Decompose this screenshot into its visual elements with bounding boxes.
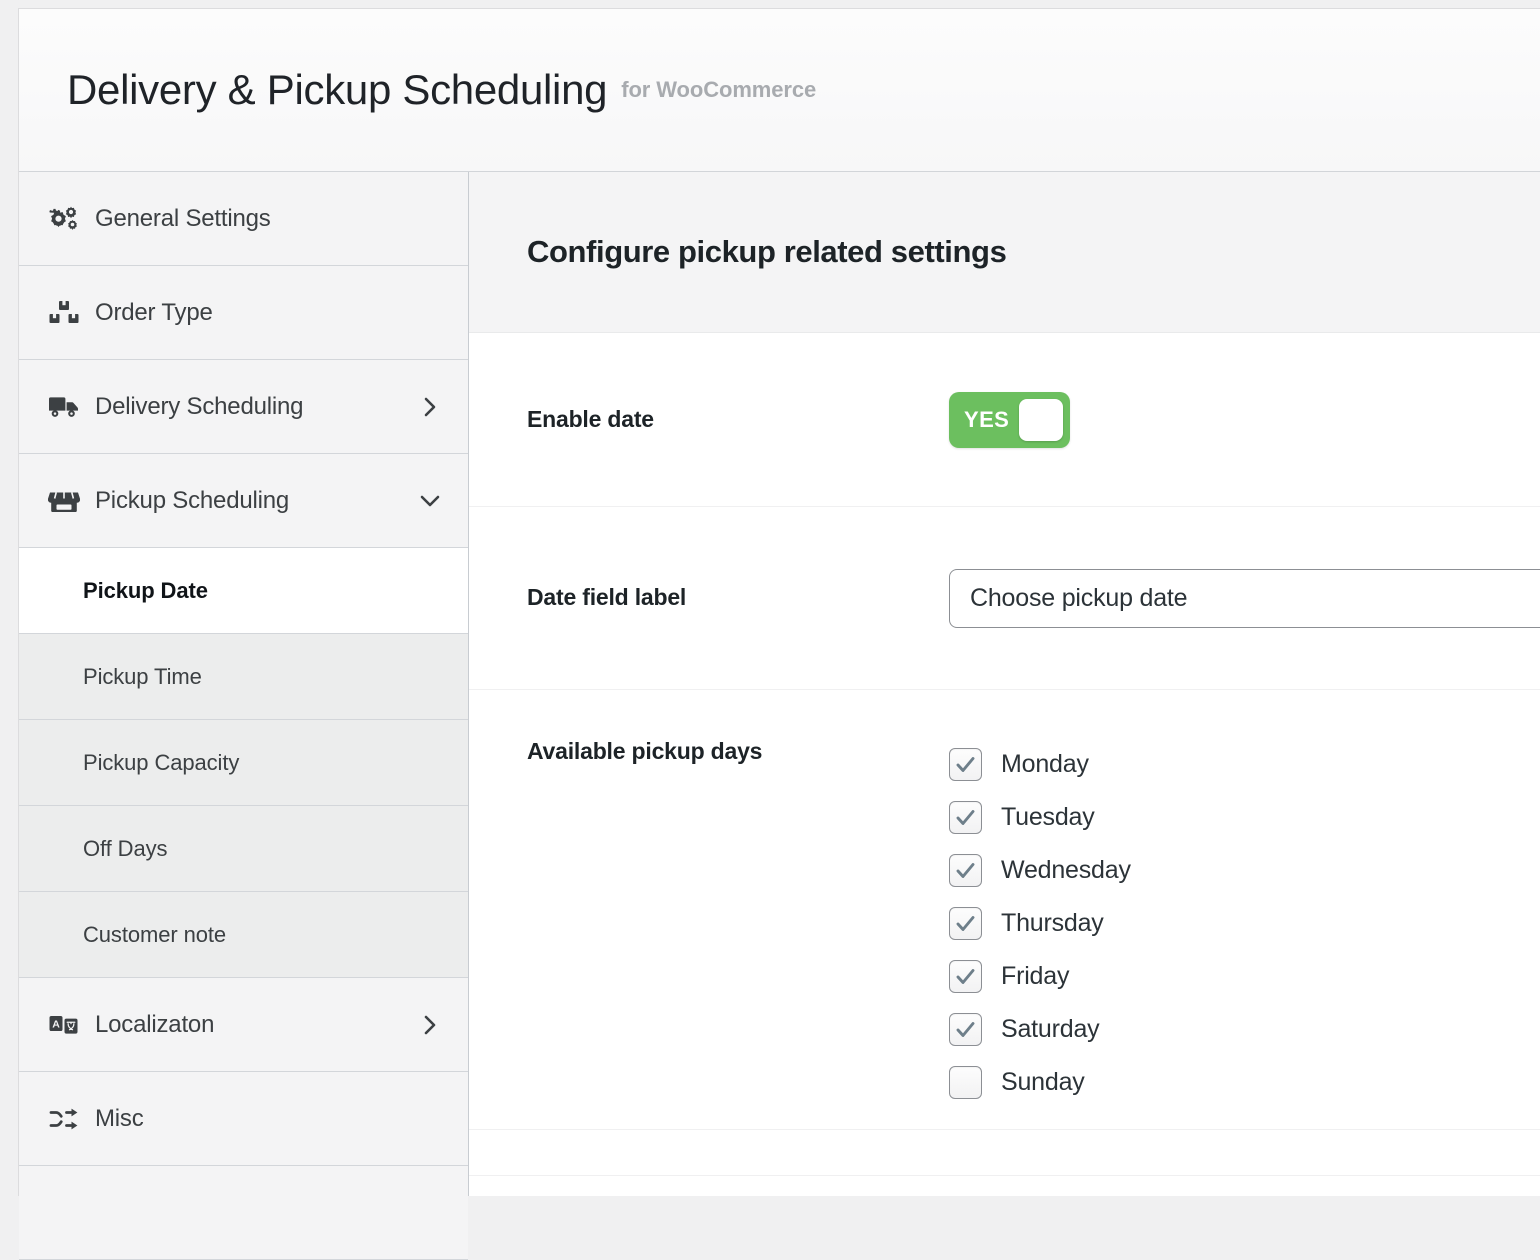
day-label: Wednesday [1001, 856, 1131, 884]
cogs-icon [47, 206, 81, 232]
page-subtitle: for WooCommerce [621, 77, 817, 102]
settings-sidebar: General Settings Order Type Delivery Sch… [19, 172, 469, 1260]
sidebar-item-label: Localizaton [95, 1010, 215, 1038]
checkbox-checked-icon[interactable] [949, 748, 982, 781]
sidebar-item-label: Order Type [95, 298, 213, 326]
sidebar-item-label: General Settings [95, 204, 271, 232]
sidebar-item-order-type[interactable]: Order Type [19, 266, 468, 360]
field-row-enable-date: Enable date YES [469, 333, 1540, 507]
sidebar-subitem-customer-note[interactable]: Customer note [19, 892, 468, 978]
page-masthead: Delivery & Pickup Scheduling for WooComm… [19, 9, 1540, 172]
sidebar-item-label: Misc [95, 1104, 144, 1132]
sidebar-subitem-off-days[interactable]: Off Days [19, 806, 468, 892]
content-split: General Settings Order Type Delivery Sch… [19, 172, 1540, 1260]
day-checkbox-thursday[interactable]: Thursday [949, 897, 1540, 950]
enable-date-control: YES [949, 391, 1540, 448]
chevron-right-icon [418, 396, 442, 418]
sidebar-subitem-label: Customer note [83, 921, 226, 947]
sidebar-subitem-pickup-time[interactable]: Pickup Time [19, 634, 468, 720]
sidebar-item-label: Pickup Scheduling [95, 486, 290, 514]
sidebar-subitem-label: Pickup Date [83, 577, 208, 603]
sidebar-item-delivery-scheduling[interactable]: Delivery Scheduling [19, 360, 468, 454]
truck-icon [47, 395, 81, 419]
page-title: Delivery & Pickup Scheduling [67, 66, 608, 113]
main-panel-spacer [469, 1130, 1540, 1176]
available-days-control: Monday Tuesday Wednesday Thursday Friday… [949, 738, 1540, 1109]
admin-page: Delivery & Pickup Scheduling for WooComm… [18, 8, 1540, 1260]
checkbox-unchecked-icon[interactable] [949, 1066, 982, 1099]
chevron-down-icon [418, 494, 442, 508]
sidebar-subitem-pickup-date[interactable]: Pickup Date [19, 548, 468, 634]
sidebar-item-general-settings[interactable]: General Settings [19, 172, 468, 266]
svg-text:A: A [52, 1018, 60, 1030]
sidebar-item-misc[interactable]: Misc [19, 1072, 468, 1166]
sidebar-subitem-label: Pickup Time [83, 663, 202, 689]
day-label: Sunday [1001, 1068, 1085, 1096]
sidebar-item-overflow[interactable] [19, 1166, 468, 1260]
day-checkbox-monday[interactable]: Monday [949, 738, 1540, 791]
settings-main-panel: Configure pickup related settings Enable… [469, 172, 1540, 1196]
section-heading: Configure pickup related settings [527, 234, 1007, 269]
boxes-icon [47, 300, 81, 326]
toggle-knob [1019, 398, 1063, 441]
sidebar-subitem-label: Off Days [83, 835, 168, 861]
field-row-date-field-label: Date field label [469, 507, 1540, 690]
date-field-label-input[interactable] [949, 568, 1540, 628]
day-label: Monday [1001, 750, 1089, 778]
day-checkbox-sunday[interactable]: Sunday [949, 1056, 1540, 1109]
checkbox-checked-icon[interactable] [949, 1013, 982, 1046]
enable-date-label: Enable date [527, 405, 654, 432]
checkbox-checked-icon[interactable] [949, 960, 982, 993]
day-checkbox-friday[interactable]: Friday [949, 950, 1540, 1003]
date-field-control [949, 568, 1540, 628]
date-field-label: Date field label [527, 584, 687, 611]
shuffle-icon [47, 1107, 81, 1131]
day-label: Thursday [1001, 909, 1104, 937]
field-row-available-pickup-days: Available pickup days Monday Tuesday Wed… [469, 690, 1540, 1130]
chevron-right-icon [418, 1014, 442, 1036]
day-checkbox-wednesday[interactable]: Wednesday [949, 844, 1540, 897]
day-checkbox-tuesday[interactable]: Tuesday [949, 791, 1540, 844]
store-icon [47, 489, 81, 513]
sidebar-subitem-label: Pickup Capacity [83, 749, 240, 775]
sidebar-item-localizaton[interactable]: A Localizaton [19, 978, 468, 1072]
sidebar-item-label: Delivery Scheduling [95, 392, 304, 420]
checkbox-checked-icon[interactable] [949, 854, 982, 887]
day-label: Tuesday [1001, 803, 1095, 831]
checkbox-checked-icon[interactable] [949, 907, 982, 940]
day-label: Saturday [1001, 1015, 1100, 1043]
sidebar-subitem-pickup-capacity[interactable]: Pickup Capacity [19, 720, 468, 806]
day-checkbox-saturday[interactable]: Saturday [949, 1003, 1540, 1056]
enable-date-toggle[interactable]: YES [949, 391, 1070, 448]
main-panel-header: Configure pickup related settings [469, 172, 1540, 333]
sidebar-item-pickup-scheduling[interactable]: Pickup Scheduling [19, 454, 468, 548]
available-days-label: Available pickup days [527, 738, 763, 764]
available-days-list: Monday Tuesday Wednesday Thursday Friday… [949, 738, 1540, 1109]
translate-icon: A [47, 1015, 81, 1035]
checkbox-checked-icon[interactable] [949, 801, 982, 834]
toggle-state-label: YES [964, 406, 1010, 432]
day-label: Friday [1001, 962, 1070, 990]
